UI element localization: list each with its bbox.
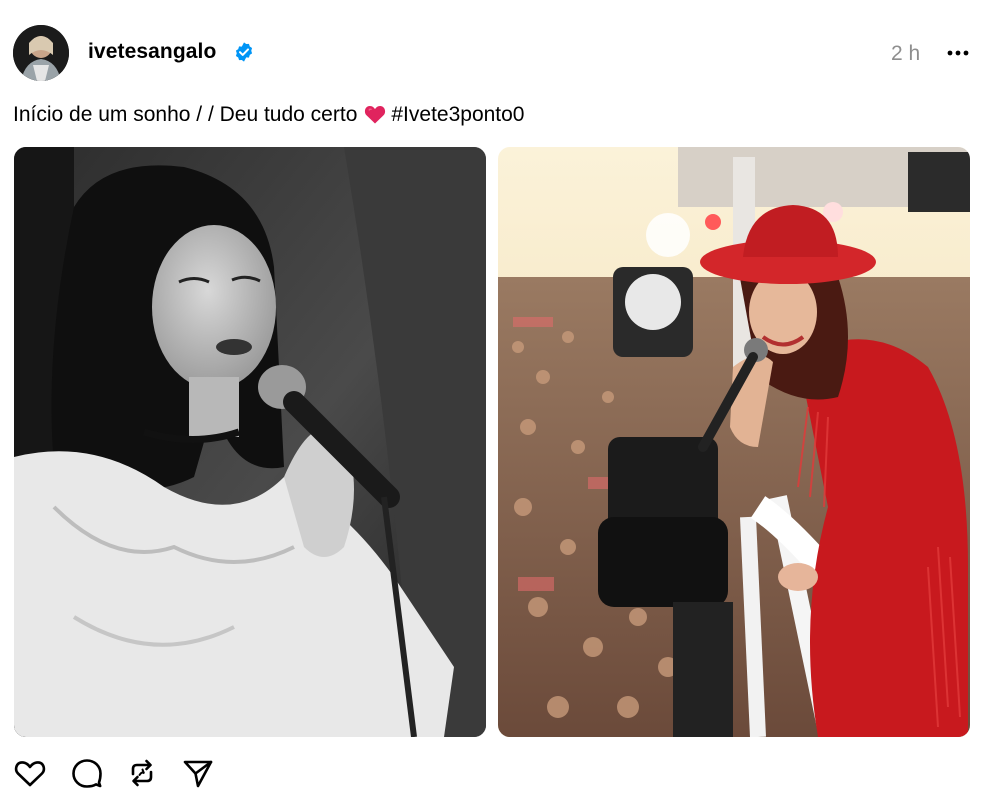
username[interactable]: ivetesangalo (88, 40, 216, 64)
repost-icon[interactable] (124, 755, 160, 791)
red-heart-emoji-icon (365, 105, 386, 124)
comment-bubble-icon[interactable] (69, 755, 105, 791)
more-horizontal-icon[interactable] (944, 42, 972, 64)
avatar[interactable] (13, 25, 69, 81)
send-icon[interactable] (180, 755, 216, 791)
caption-hashtag[interactable]: #Ivete3ponto0 (391, 103, 524, 126)
carnival-singer-photo (498, 147, 970, 737)
caption-text: Início de um sonho / / Deu tudo certo (13, 103, 358, 126)
post-header: ivetesangalo 2 h (0, 0, 984, 100)
verified-badge-icon (235, 42, 253, 62)
post-caption: Início de um sonho / / Deu tudo certo #Iv… (13, 103, 525, 127)
post-image-2[interactable] (498, 147, 970, 737)
black-and-white-singer-photo (14, 147, 486, 737)
timestamp[interactable]: 2 h (891, 42, 920, 66)
post-image-1[interactable] (14, 147, 486, 737)
avatar-image (13, 25, 69, 81)
heart-outline-icon[interactable] (12, 755, 48, 791)
post-actions (0, 755, 260, 797)
